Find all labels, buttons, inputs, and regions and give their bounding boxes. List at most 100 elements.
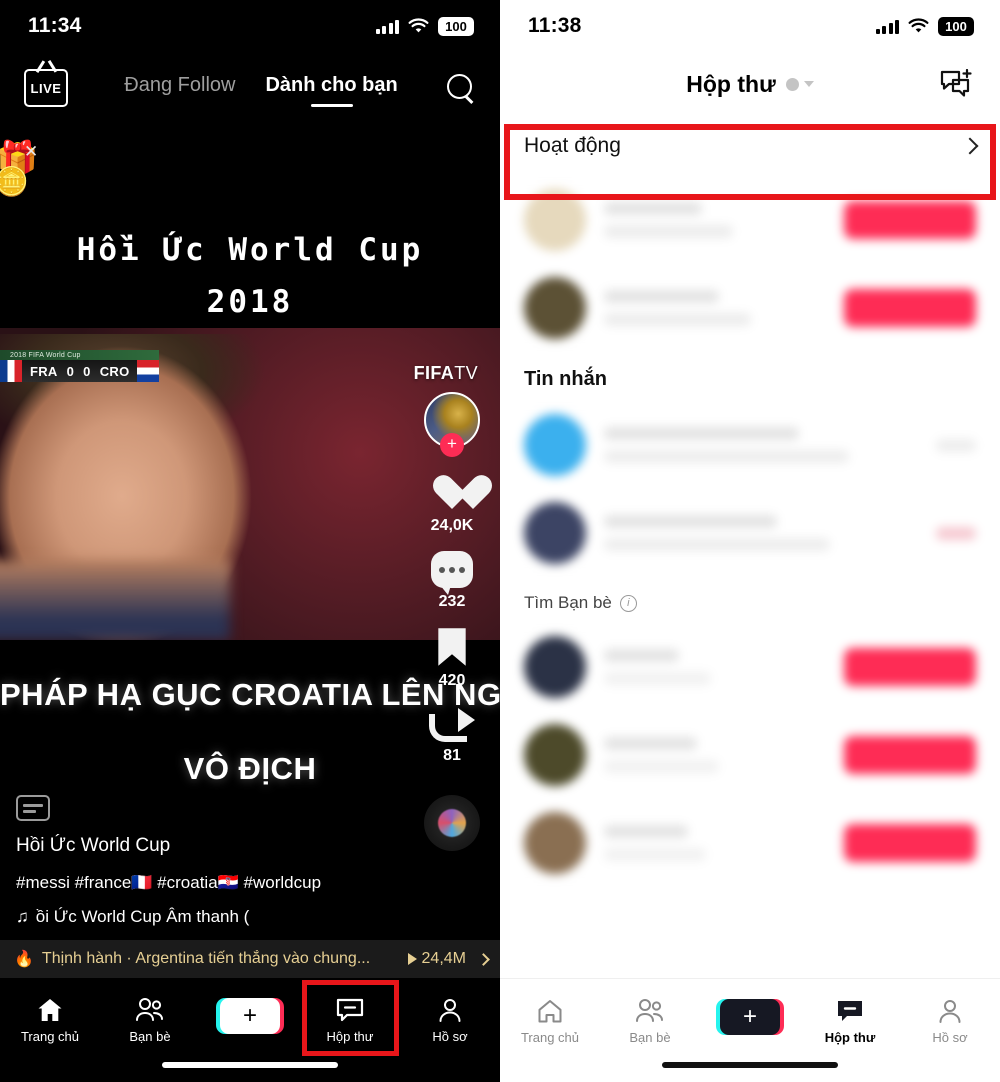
primary-line: [604, 649, 680, 662]
secondary-line: [604, 538, 831, 551]
nav-item-ban-be[interactable]: Bạn bè: [104, 992, 196, 1050]
nav-item-hop-thu[interactable]: Hộp thư: [804, 993, 896, 1051]
comment-bubble-icon: [431, 551, 473, 595]
video-music-title: ồi Ức World Cup Âm thanh (: [35, 907, 250, 926]
nav-label-ho-so: Hồ sơ: [932, 1030, 968, 1045]
friends-icon: [636, 999, 663, 1022]
messages-list[interactable]: [500, 401, 1000, 577]
nav-label-ho-so: Hồ sơ: [432, 1029, 468, 1044]
cellular-signal-icon: [875, 19, 899, 34]
section-label: Tìm Bạn bè: [524, 593, 612, 612]
trending-play-count: 24,4M: [407, 950, 466, 968]
home-indicator: [162, 1062, 338, 1068]
avatar: [524, 414, 586, 476]
video-music-row[interactable]: ♫ ồi Ức World Cup Âm thanh (: [16, 907, 416, 927]
friend-suggestions-list[interactable]: [500, 623, 1000, 887]
section-title-tin-nhan: Tin nhắn: [524, 368, 607, 390]
video-author[interactable]: Hồi Ức World Cup: [16, 835, 416, 857]
nav-item-ho-so[interactable]: Hồ sơ: [404, 992, 496, 1050]
action-button[interactable]: [844, 289, 976, 327]
primary-line: [604, 825, 689, 838]
gift-promo-badge[interactable]: 🎁 🪙 ✕: [0, 142, 42, 204]
home-indicator: [662, 1062, 838, 1068]
secondary-line: [604, 760, 720, 773]
list-item[interactable]: [500, 711, 1000, 799]
comment-button[interactable]: 232: [431, 551, 473, 611]
play-triangle-icon: [407, 953, 417, 965]
secondary-line: [604, 848, 707, 861]
croatia-flag-icon: [137, 360, 160, 382]
share-arrow-icon: [429, 706, 475, 742]
list-item[interactable]: [500, 401, 1000, 489]
list-item[interactable]: [500, 264, 1000, 352]
unread-badge: [936, 526, 976, 540]
scoreboard-teams: FRA 0 0 CRO: [22, 360, 137, 382]
bookmark-button[interactable]: 420: [434, 627, 470, 690]
nav-item-create[interactable]: +: [204, 992, 296, 1040]
feed-tabs: Đang Follow Dành cho bạn: [124, 74, 397, 103]
like-button[interactable]: 24,0K: [431, 474, 474, 535]
list-item[interactable]: [500, 489, 1000, 577]
nav-label-ban-be: Bạn bè: [129, 1029, 171, 1044]
new-message-icon[interactable]: [940, 69, 974, 99]
flame-icon: 🔥: [14, 951, 34, 968]
chevron-right-icon: [477, 952, 490, 966]
nav-item-trang-chu[interactable]: Trang chủ: [4, 992, 96, 1050]
section-title-tim-ban-be: Tìm Bạn bè i: [500, 577, 1000, 623]
home-score: 0: [66, 363, 75, 379]
broadcaster-watermark: FIFATV: [414, 363, 478, 384]
nav-item-ban-be[interactable]: Bạn bè: [604, 993, 696, 1051]
follow-plus-icon[interactable]: +: [440, 433, 464, 457]
list-item[interactable]: [500, 176, 1000, 264]
list-item[interactable]: [500, 799, 1000, 887]
list-item-text: [604, 427, 918, 463]
closed-caption-icon[interactable]: [16, 795, 50, 821]
info-icon[interactable]: i: [619, 594, 637, 612]
dual-phone-screenshot: Hồi Ức World Cup 2018 2018 FIFA World Cu…: [0, 0, 1000, 1082]
follow-button[interactable]: [844, 736, 976, 774]
video-overlay-title-line2: 2018: [206, 284, 294, 320]
status-time: 11:34: [28, 14, 82, 37]
avatar: [524, 636, 586, 698]
trending-bar[interactable]: 🔥 Thịnh hành · Argentina tiến thẳng vào …: [0, 940, 500, 978]
secondary-line: [604, 225, 733, 238]
action-button[interactable]: [844, 201, 976, 239]
bookmark-count: 420: [438, 672, 466, 689]
nav-item-ho-so[interactable]: Hồ sơ: [904, 993, 996, 1051]
create-plus-icon: +: [216, 998, 284, 1034]
activity-row[interactable]: Hoạt động: [500, 116, 1000, 176]
notification-list[interactable]: [500, 176, 1000, 352]
follow-button[interactable]: [844, 824, 976, 862]
list-item-text: [604, 649, 826, 685]
left-status-bar: 11:34 100: [0, 0, 500, 52]
nav-item-create[interactable]: +: [704, 993, 796, 1041]
avatar: [524, 277, 586, 339]
avatar: [524, 502, 586, 564]
home-team: FRA: [30, 363, 58, 379]
share-count: 81: [443, 747, 461, 764]
secondary-line: [604, 450, 849, 463]
nav-item-trang-chu[interactable]: Trang chủ: [504, 993, 596, 1051]
follow-button[interactable]: [844, 648, 976, 686]
secondary-line: [604, 672, 711, 685]
chevron-down-icon[interactable]: [803, 81, 814, 87]
status-time: 11:38: [528, 14, 582, 37]
live-icon[interactable]: LIVE: [24, 69, 68, 107]
search-icon[interactable]: [446, 73, 476, 103]
status-indicators: 100: [875, 16, 974, 36]
scoreboard-competition: 2018 FIFA World Cup: [0, 350, 160, 360]
tab-dang-follow[interactable]: Đang Follow: [124, 74, 235, 103]
list-item-text: [604, 515, 918, 551]
close-icon[interactable]: ✕: [24, 142, 38, 162]
list-item-text: [604, 737, 826, 773]
tab-danh-cho-ban[interactable]: Dành cho bạn: [265, 74, 397, 103]
cellular-signal-icon: [375, 19, 399, 34]
music-disc-icon[interactable]: [424, 795, 480, 851]
trending-plays-value: 24,4M: [421, 950, 466, 967]
video-hashtags[interactable]: #messi #france🇫🇷 #croatia🇭🇷 #worldcup: [16, 873, 416, 893]
nav-item-hop-thu[interactable]: Hộp thư: [304, 992, 396, 1050]
creator-avatar[interactable]: +: [424, 392, 480, 457]
list-item[interactable]: [500, 623, 1000, 711]
share-button[interactable]: 81: [429, 706, 475, 765]
trending-text: Thịnh hành · Argentina tiến thẳng vào ch…: [41, 950, 371, 967]
